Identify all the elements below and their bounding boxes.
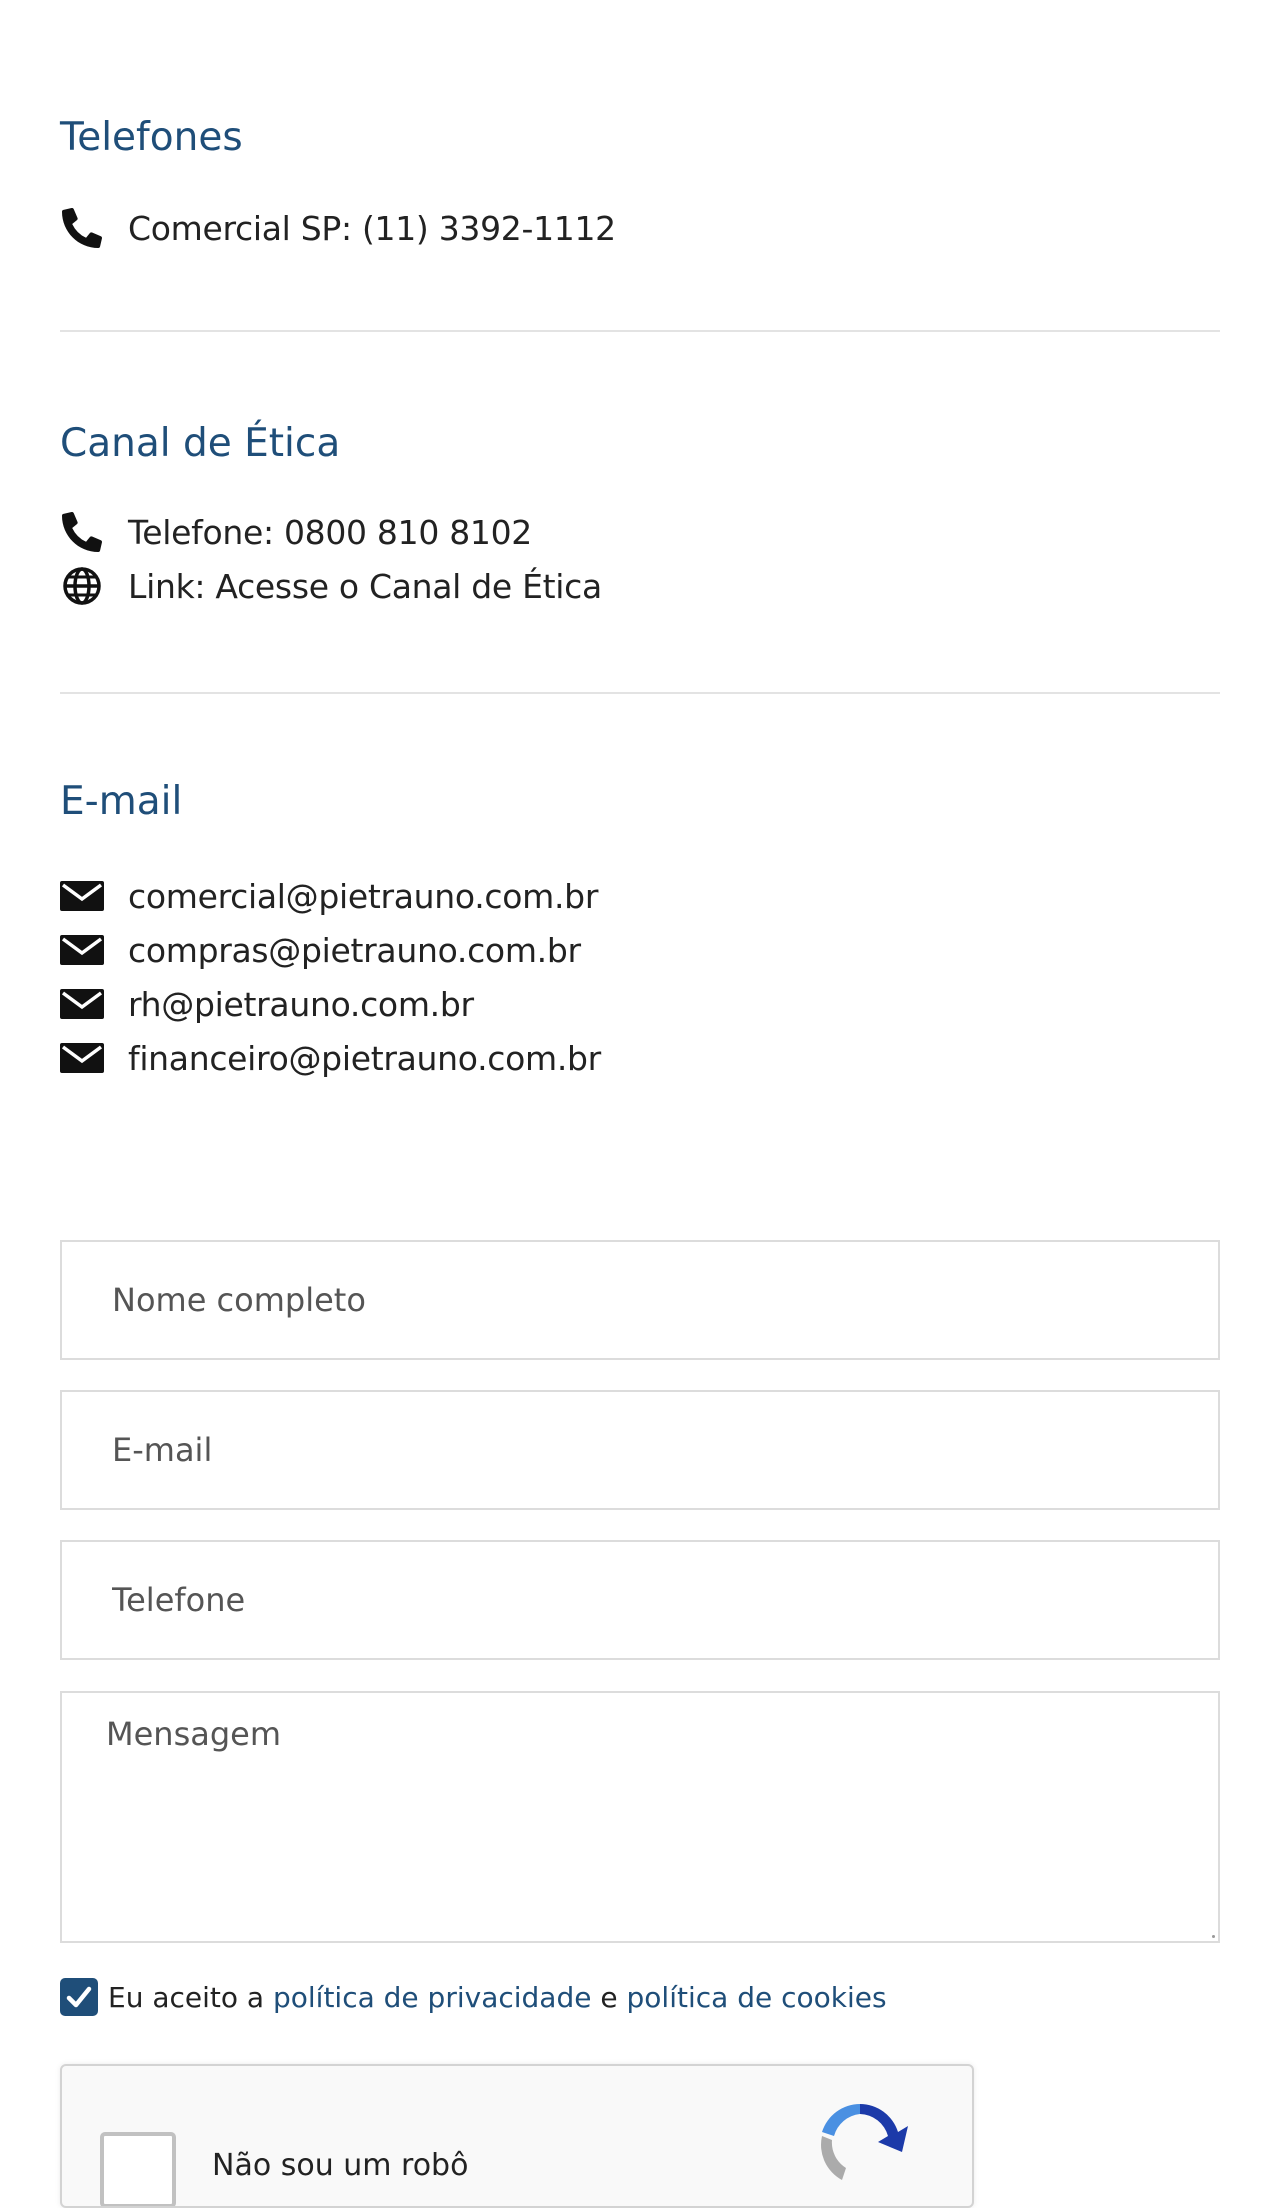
recaptcha-widget: Não sou um robô [60,2064,974,2208]
email-title: E-mail [60,779,183,824]
email-text[interactable]: financeiro@pietrauno.com.br [128,1039,601,1078]
name-input[interactable] [62,1242,1218,1358]
email-item[interactable]: comercial@pietrauno.com.br [60,876,598,916]
ethics-phone-item: Telefone: 0800 810 8102 [60,512,532,552]
email-item[interactable]: financeiro@pietrauno.com.br [60,1038,601,1078]
divider [60,692,1220,694]
email-item[interactable]: rh@pietrauno.com.br [60,984,474,1024]
ethics-phone-text: Telefone: 0800 810 8102 [128,512,532,552]
envelope-icon [60,930,104,970]
envelope-icon [60,984,104,1024]
phone-icon [60,208,104,248]
ethics-link-item[interactable]: Link: Acesse o Canal de Ética [60,566,602,606]
ethics-link-text[interactable]: Link: Acesse o Canal de Ética [128,567,602,606]
phone-input[interactable] [62,1542,1218,1658]
email-field[interactable] [60,1390,1220,1510]
phones-title: Telefones [60,115,243,160]
resize-handle[interactable] [1212,1935,1215,1938]
consent-prefix: Eu aceito a [108,1980,265,2014]
consent-row: Eu aceito a política de privacidade e po… [60,1978,887,2016]
ethics-title: Canal de Ética [60,421,341,466]
email-input[interactable] [62,1392,1218,1508]
privacy-policy-link[interactable]: política de privacidade [273,1981,591,2014]
email-text[interactable]: rh@pietrauno.com.br [128,985,474,1024]
envelope-icon [60,876,104,916]
email-text[interactable]: compras@pietrauno.com.br [128,931,581,970]
globe-icon [60,566,104,606]
phone-comercial-text: Comercial SP: (11) 3392-1112 [128,208,616,248]
recaptcha-label: Não sou um robô [212,2148,469,2183]
consent-checkbox[interactable] [60,1978,98,2016]
email-item[interactable]: compras@pietrauno.com.br [60,930,581,970]
name-field[interactable] [60,1240,1220,1360]
message-textarea[interactable] [62,1693,1218,1941]
message-field[interactable] [60,1691,1220,1943]
phone-item-comercial: Comercial SP: (11) 3392-1112 [60,208,616,248]
phone-field[interactable] [60,1540,1220,1660]
recaptcha-checkbox[interactable] [100,2132,176,2206]
envelope-icon [60,1038,104,1078]
consent-conjunction: e [600,1980,618,2014]
email-text[interactable]: comercial@pietrauno.com.br [128,877,598,916]
cookies-policy-link[interactable]: política de cookies [627,1981,887,2014]
recaptcha-logo-icon [812,2096,908,2196]
phone-icon [60,512,104,552]
divider [60,330,1220,332]
